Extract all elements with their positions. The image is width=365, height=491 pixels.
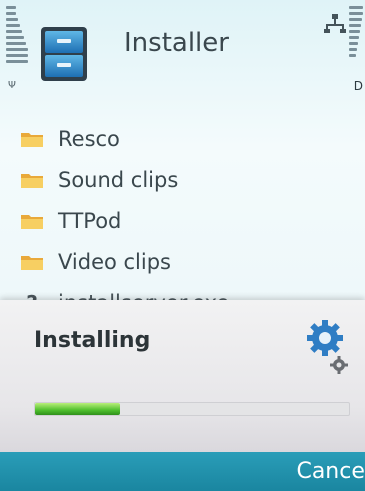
folder-icon xyxy=(21,132,43,147)
list-item[interactable]: Video clips xyxy=(20,241,350,282)
list-item[interactable]: Sound clips xyxy=(20,159,350,200)
progress-dialog: Installing xyxy=(0,300,365,452)
network-icon xyxy=(324,14,346,33)
progress-fill xyxy=(35,403,120,415)
battery-label: D xyxy=(353,79,363,93)
list-item-label: TTPod xyxy=(58,208,122,233)
dialog-title: Installing xyxy=(34,328,151,353)
folder-icon xyxy=(21,214,43,229)
list-item[interactable]: Resco xyxy=(20,118,350,159)
list-item-label: Video clips xyxy=(58,249,171,274)
folder-icon xyxy=(21,255,43,270)
installer-screen: Ψ D Installer Resco Sound clips TTPod Vi… xyxy=(0,0,365,491)
file-list: Resco Sound clips TTPod Video clips ? in… xyxy=(20,118,350,323)
softkey-bar: Cancel xyxy=(0,452,365,491)
list-item-label: Resco xyxy=(58,126,120,151)
gear-icon xyxy=(307,320,348,374)
progress-bar xyxy=(34,402,350,416)
installer-app-icon xyxy=(41,27,87,81)
antenna-icon: Ψ xyxy=(8,80,16,91)
cancel-button[interactable]: Cancel xyxy=(296,459,365,484)
app-title: Installer xyxy=(124,28,229,58)
list-item[interactable]: TTPod xyxy=(20,200,350,241)
folder-icon xyxy=(21,173,43,188)
list-item-label: Sound clips xyxy=(58,167,179,192)
